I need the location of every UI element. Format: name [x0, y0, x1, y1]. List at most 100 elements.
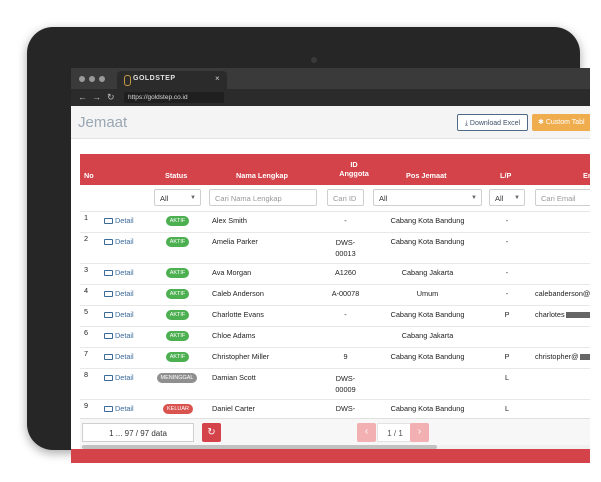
table-row[interactable]: 3 Detail AKTIF Ava Morgan A1260 Cabang J…: [80, 263, 590, 285]
pos-cell: Cabang Kota Bandung: [390, 216, 465, 225]
detail-link[interactable]: Detail: [104, 237, 134, 246]
filter-row: All ▼ Cari Nama Lengkap Cari ID All ▼ Al…: [80, 185, 590, 212]
row-number: 4: [84, 286, 89, 295]
id-cell: DWS-: [335, 404, 356, 413]
table-header: No Status Nama Lengkap ID Anggota Pos Je…: [80, 154, 590, 185]
lp-cell: P: [504, 352, 510, 361]
table-row[interactable]: 5 Detail AKTIF Charlotte Evans - Cabang …: [80, 305, 590, 327]
col-id-anggota[interactable]: ID Anggota: [336, 160, 372, 178]
detail-label: Detail: [115, 237, 134, 246]
nama-cell: Damian Scott: [212, 373, 256, 382]
table-row[interactable]: 2 Detail AKTIF Amelia Parker DWS- 00013 …: [80, 232, 590, 264]
id-cell: DWS- 00013: [327, 237, 364, 259]
detail-link[interactable]: Detail: [104, 404, 134, 413]
id-cell-line1: DWS-: [335, 238, 356, 247]
nama-cell: Charlotte Evans: [212, 310, 264, 319]
col-pos-jemaat[interactable]: Pos Jemaat: [406, 171, 447, 180]
status-badge: AKTIF: [166, 268, 189, 278]
id-cell: A1260: [334, 268, 357, 277]
col-status[interactable]: Status: [165, 171, 187, 180]
next-page-button[interactable]: ›: [410, 423, 429, 442]
id-cell-line2: 00009: [335, 385, 356, 394]
status-badge: AKTIF: [166, 352, 189, 362]
download-excel-label: Download Excel: [469, 120, 521, 127]
detail-link[interactable]: Detail: [104, 268, 134, 277]
id-cell-line1: DWS-: [335, 374, 356, 383]
status-badge: AKTIF: [166, 310, 189, 320]
detail-label: Detail: [115, 352, 134, 361]
monitor-icon: [104, 333, 113, 339]
prev-page-button[interactable]: ‹: [357, 423, 376, 442]
monitor-icon: [104, 270, 113, 276]
table-row[interactable]: 9 Detail KELUAR Daniel Carter DWS- Caban…: [80, 399, 590, 420]
custom-table-label: Custom Tabl: [545, 119, 585, 126]
pos-cell: Cabang Kota Bandung: [390, 352, 465, 361]
detail-label: Detail: [115, 216, 134, 225]
id-cell: 9: [343, 352, 348, 361]
id-cell: DWS- 00009: [327, 373, 364, 395]
table-row[interactable]: 7 Detail AKTIF Christopher Miller 9 Caba…: [80, 347, 590, 369]
redacted-email-block: [579, 354, 590, 360]
email-cell: christopher@: [535, 352, 590, 361]
col-lp[interactable]: L/P: [500, 171, 511, 180]
lp-cell: -: [505, 216, 509, 225]
pos-cell: Umum: [416, 289, 439, 298]
pos-cell: Cabang Jakarta: [401, 268, 454, 277]
download-excel-button[interactable]: ⤓ Download Excel: [457, 114, 528, 131]
nama-cell: Ava Morgan: [212, 268, 252, 277]
lp-filter-value: All: [495, 194, 504, 203]
detail-label: Detail: [115, 331, 134, 340]
lp-filter-select[interactable]: All ▼: [489, 189, 525, 206]
detail-link[interactable]: Detail: [104, 352, 134, 361]
id-cell: A-00078: [331, 289, 360, 298]
table-row[interactable]: 8 Detail MENINGGAL Damian Scott DWS- 000…: [80, 368, 590, 400]
camera-dot: [311, 57, 317, 63]
detail-link[interactable]: Detail: [104, 216, 134, 225]
detail-label: Detail: [115, 310, 134, 319]
table-footer: 1 ... 97 / 97 data ↻ ‹ 1 / 1 ›: [80, 418, 590, 446]
detail-link[interactable]: Detail: [104, 331, 134, 340]
row-number: 1: [84, 213, 89, 222]
detail-link[interactable]: Detail: [104, 310, 134, 319]
lp-cell: L: [504, 373, 510, 382]
lp-cell: L: [504, 404, 510, 413]
table-row[interactable]: 1 Detail AKTIF Alex Smith - Cabang Kota …: [80, 211, 590, 233]
nama-cell: Caleb Anderson: [212, 289, 264, 298]
custom-table-button[interactable]: ✱ Custom Tabl: [532, 114, 590, 131]
status-badge: KELUAR: [163, 404, 193, 414]
bottom-accent-bar: [71, 449, 590, 463]
col-nama-lengkap[interactable]: Nama Lengkap: [236, 171, 288, 180]
monitor-icon: [104, 218, 113, 224]
table-row[interactable]: 6 Detail AKTIF Chloe Adams Cabang Jakart…: [80, 326, 590, 348]
status-badge: MENINGGAL: [157, 373, 197, 383]
row-number: 6: [84, 328, 89, 337]
refresh-icon[interactable]: ↻: [202, 423, 221, 442]
col-email[interactable]: Em: [583, 171, 590, 180]
nama-search-input[interactable]: Cari Nama Lengkap: [209, 189, 317, 206]
tablet-frame: GOLDSTEP × ← → ↻ https://goldstep.co.id …: [27, 27, 590, 463]
monitor-icon: [104, 312, 113, 318]
monitor-icon: [104, 406, 113, 412]
lp-cell: -: [505, 237, 509, 246]
lp-cell: -: [505, 268, 509, 277]
monitor-icon: [104, 354, 113, 360]
gear-icon: ✱: [538, 119, 546, 126]
row-number: 5: [84, 307, 89, 316]
screen: GOLDSTEP × ← → ↻ https://goldstep.co.id …: [71, 68, 590, 463]
table-row[interactable]: 4 Detail AKTIF Caleb Anderson A-00078 Um…: [80, 284, 590, 306]
status-filter-select[interactable]: All ▼: [154, 189, 201, 206]
pos-filter-select[interactable]: All ▼: [373, 189, 482, 206]
col-no[interactable]: No: [84, 171, 94, 180]
id-search-input[interactable]: Cari ID: [327, 189, 364, 206]
col-id-line2: Anggota: [339, 169, 369, 178]
email-text: charlotes: [535, 310, 565, 319]
row-number: 2: [84, 234, 89, 243]
page-title: Jemaat: [78, 114, 128, 131]
monitor-icon: [104, 291, 113, 297]
email-search-input[interactable]: Cari Email: [535, 189, 590, 206]
pos-cell: Cabang Kota Bandung: [390, 310, 465, 319]
detail-link[interactable]: Detail: [104, 373, 134, 382]
pos-cell: Cabang Jakarta: [401, 331, 454, 340]
detail-link[interactable]: Detail: [104, 289, 134, 298]
nama-cell: Alex Smith: [212, 216, 247, 225]
